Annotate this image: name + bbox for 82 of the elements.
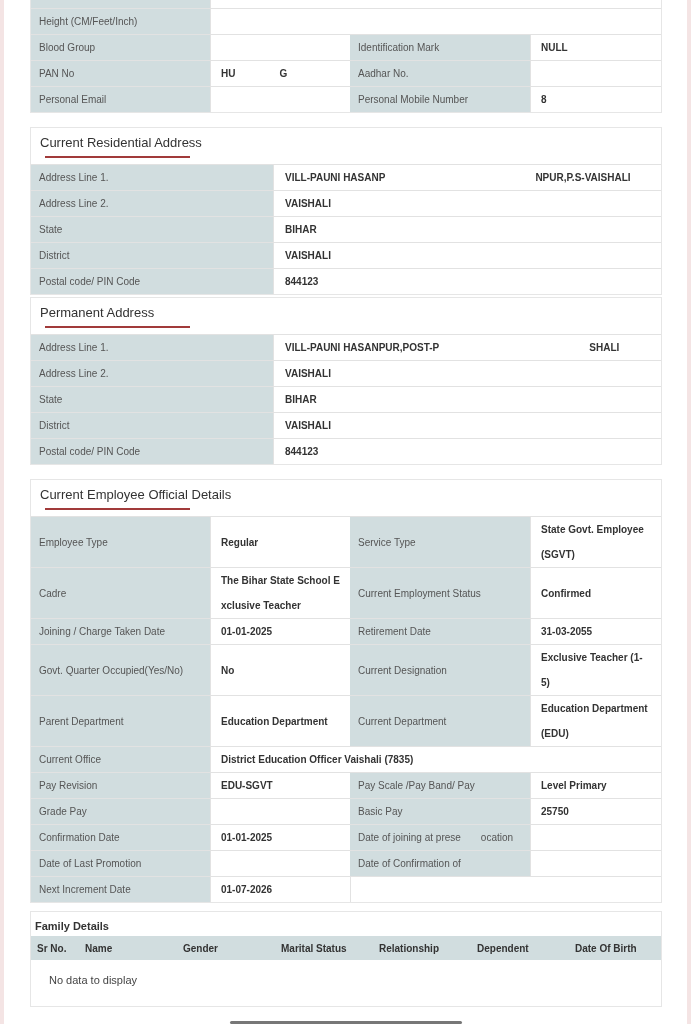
field-value: No: [221, 663, 235, 678]
field-value: NULL: [541, 41, 568, 55]
field-label: State: [39, 394, 63, 405]
section-title: Permanent Address: [40, 305, 155, 320]
field-label: PAN No: [39, 68, 75, 79]
field-label: Employee Type: [39, 536, 108, 548]
field-value: 01-01-2025: [221, 625, 273, 639]
field-value: 01-01-2025: [221, 831, 273, 845]
field-label: State: [39, 224, 63, 235]
field-label: Address Line 1.: [39, 172, 109, 183]
section-title: Family Details: [35, 920, 109, 932]
section-title: Current Residential Address: [40, 135, 202, 150]
field-label: Confirmation Date: [39, 832, 120, 843]
field-label: Cadre: [39, 587, 67, 599]
column-header: Sr No.: [37, 942, 68, 954]
field-value: District Education Officer Vaishali (7835): [221, 753, 414, 767]
field-value: EDU-SGVT: [221, 779, 273, 793]
field-value: Exclusive Teacher (1-5): [541, 651, 644, 690]
field-label: Next Increment Date: [39, 884, 131, 895]
field-label: District: [39, 420, 70, 431]
field-value: Regular: [221, 535, 259, 550]
field-label: Date of Confirmation of: [358, 858, 461, 869]
field-label: Aadhar No.: [358, 68, 409, 79]
field-value: SHALI: [589, 341, 620, 355]
field-label: Address Line 2.: [39, 368, 109, 379]
field-value: 25750: [541, 805, 569, 819]
field-label: Grade Pay: [39, 806, 87, 817]
field-value: Education Department (EDU): [541, 702, 649, 741]
field-label: Parent Department: [39, 715, 124, 727]
field-label: Current Designation: [358, 664, 447, 676]
field-label: District: [39, 250, 70, 261]
field-value: VILL-PAUNI HASANP: [285, 171, 386, 185]
column-header: Date Of Birth: [575, 942, 638, 954]
field-label: Blood Group: [39, 42, 96, 53]
field-label: Joining / Charge Taken Date: [39, 626, 165, 637]
field-label: Height (CM/Feet/Inch): [39, 16, 138, 27]
field-label: Current Office: [39, 754, 102, 765]
field-label: Current Department: [358, 715, 447, 727]
empty-message: No data to display: [49, 974, 138, 986]
field-value: 01-07-2026: [221, 883, 273, 897]
field-label: ocation: [480, 832, 514, 843]
field-label: Personal Email: [39, 94, 107, 105]
field-value: 8: [541, 93, 547, 107]
field-label: Basic Pay: [358, 806, 403, 817]
column-header: Marital Status: [281, 942, 348, 954]
field-label: Pay Scale /Pay Band/ Pay: [358, 780, 475, 791]
field-value: HU: [221, 67, 236, 81]
field-value: Level Primary: [541, 779, 607, 793]
field-label: Current Employment Status: [358, 587, 481, 599]
field-label: Identification Mark: [358, 42, 440, 53]
field-value: The Bihar State School Exclusive Teacher: [221, 574, 340, 613]
field-label: Retirement Date: [358, 626, 431, 637]
field-label: Service Type: [358, 536, 416, 548]
field-value: G: [279, 67, 288, 81]
field-value: BIHAR: [285, 393, 317, 407]
field-value: Education Department: [221, 714, 328, 729]
column-header: Name: [85, 942, 114, 954]
column-header: Relationship: [379, 942, 440, 954]
field-label: Date of Last Promotion: [39, 858, 142, 869]
field-label: Address Line 2.: [39, 198, 109, 209]
field-value: 844123: [285, 445, 319, 459]
field-value: Confirmed: [541, 586, 591, 601]
field-value: 31-03-2055: [541, 625, 593, 639]
field-label: Date of joining at prese: [358, 832, 461, 843]
field-value: BIHAR: [285, 223, 317, 237]
field-value: VAISHALI: [285, 197, 331, 211]
section-title: Current Employee Official Details: [40, 487, 232, 502]
field-value: VILL-PAUNI HASANPUR,POST-P: [285, 341, 440, 355]
field-label: Postal code/ PIN Code: [39, 276, 141, 287]
field-label: Address Line 1.: [39, 342, 109, 353]
field-value: VAISHALI: [285, 419, 331, 433]
field-label: Personal Mobile Number: [358, 94, 469, 105]
field-value: 844123: [285, 275, 319, 289]
field-value: VAISHALI: [285, 249, 331, 263]
field-value: VAISHALI: [285, 367, 331, 381]
field-value: State Govt. Employee(SGVT): [541, 523, 645, 562]
field-label: Postal code/ PIN Code: [39, 446, 141, 457]
column-header: Dependent: [477, 942, 530, 954]
column-header: Gender: [183, 942, 219, 954]
field-label: Pay Revision: [39, 780, 98, 791]
field-label: Govt. Quarter Occupied(Yes/No): [39, 664, 184, 676]
field-value: NPUR,P.S-VAISHALI: [535, 171, 631, 185]
